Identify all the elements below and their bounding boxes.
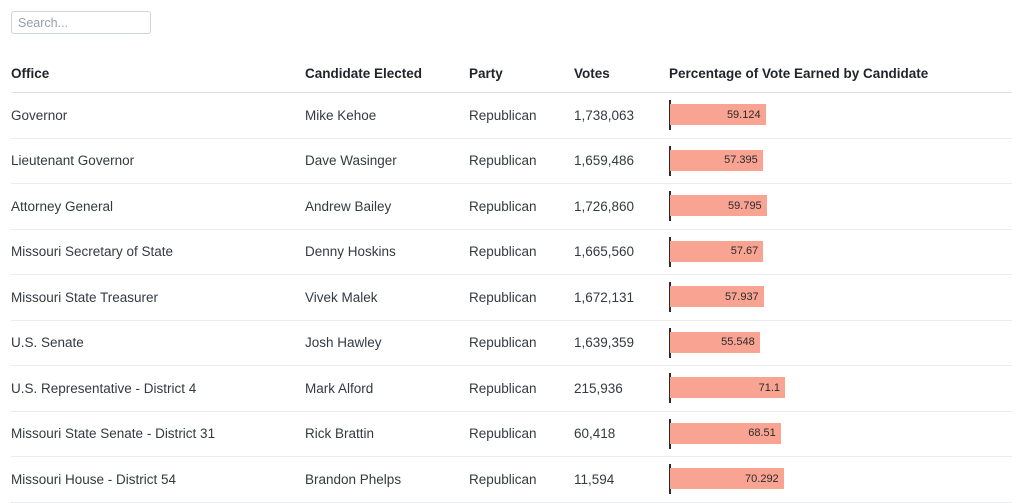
table-row[interactable]: Lieutenant Governor Dave Wasinger Republic… xyxy=(11,138,1012,184)
cell-party: Republican xyxy=(469,411,574,457)
election-results-table-container: Office Candidate Elected Party Votes Per… xyxy=(11,56,1012,503)
cell-party: Republican xyxy=(469,183,574,230)
cell-office: Missouri House - District 54 xyxy=(11,456,305,503)
cell-votes: 1,672,131 xyxy=(574,274,669,321)
column-header-percentage[interactable]: Percentage of Vote Earned by Candidate xyxy=(669,56,1012,93)
column-header-office[interactable]: Office xyxy=(11,56,305,93)
cell-votes: 11,594 xyxy=(574,456,669,503)
column-header-party[interactable]: Party xyxy=(469,56,574,93)
cell-candidate: Brandon Phelps xyxy=(305,456,469,503)
cell-candidate: Andrew Bailey xyxy=(305,183,469,230)
percentage-bar-fill: 59.124 xyxy=(670,104,766,125)
cell-candidate: Vivek Malek xyxy=(305,274,469,321)
percentage-bar-fill: 68.51 xyxy=(670,422,781,444)
cell-votes: 1,738,063 xyxy=(574,92,669,139)
cell-percentage: 57.395 xyxy=(669,138,1012,184)
cell-office: Missouri Secretary of State xyxy=(11,229,305,275)
cell-percentage: 68.51 xyxy=(669,411,1012,457)
table-row[interactable]: Missouri State Senate - District 31 Rick … xyxy=(11,411,1012,457)
cell-party: Republican xyxy=(469,274,574,321)
cell-party: Republican xyxy=(469,138,574,184)
table-body: Governor Mike Kehoe Republican 1,738,063 59.… xyxy=(11,92,1012,503)
cell-party: Republican xyxy=(469,365,574,412)
table-header-row: Office Candidate Elected Party Votes Per… xyxy=(11,56,1012,93)
cell-candidate: Josh Hawley xyxy=(305,320,469,366)
table-header: Office Candidate Elected Party Votes Per… xyxy=(11,56,1012,93)
table-row[interactable]: Missouri House - District 54 Brandon Phel… xyxy=(11,456,1012,503)
cell-percentage: 57.937 xyxy=(669,274,1012,321)
percentage-bar-value: 57.937 xyxy=(725,290,759,303)
percentage-bar-fill: 57.937 xyxy=(670,286,764,307)
table-row[interactable]: Missouri Secretary of State Denny Hoskins… xyxy=(11,229,1012,275)
cell-percentage: 55.548 xyxy=(669,320,1012,366)
percentage-bar-fill: 55.548 xyxy=(670,331,760,353)
percentage-bar-value: 70.292 xyxy=(745,472,779,485)
cell-office: Lieutenant Governor xyxy=(11,138,305,184)
percentage-bar-fill: 57.395 xyxy=(670,149,763,171)
table-row[interactable]: Missouri State Treasurer Vivek Malek Repub… xyxy=(11,274,1012,321)
cell-votes: 215,936 xyxy=(574,365,669,412)
cell-percentage: 59.124 xyxy=(669,92,1012,139)
results-table-page: Office Candidate Elected Party Votes Per… xyxy=(0,0,1020,503)
table-row[interactable]: U.S. Senate Josh Hawley Republican 1,639,35… xyxy=(11,320,1012,366)
percentage-bar-track: 70.292 xyxy=(669,457,1012,502)
cell-votes: 60,418 xyxy=(574,411,669,457)
cell-candidate: Rick Brattin xyxy=(305,411,469,457)
cell-candidate: Dave Wasinger xyxy=(305,138,469,184)
cell-votes: 1,639,359 xyxy=(574,320,669,366)
search-container xyxy=(11,11,151,34)
percentage-bar-track: 71.1 xyxy=(669,366,1012,411)
cell-candidate: Mike Kehoe xyxy=(305,92,469,139)
percentage-bar-track: 57.67 xyxy=(669,230,1012,275)
cell-percentage: 59.795 xyxy=(669,183,1012,230)
cell-votes: 1,726,860 xyxy=(574,183,669,230)
percentage-bar-track: 59.795 xyxy=(669,184,1012,229)
cell-office: Missouri State Treasurer xyxy=(11,274,305,321)
cell-party: Republican xyxy=(469,320,574,366)
percentage-bar-value: 57.395 xyxy=(724,154,758,166)
percentage-bar-track: 55.548 xyxy=(669,321,1012,366)
column-header-votes[interactable]: Votes xyxy=(574,56,669,93)
percentage-bar-fill: 57.67 xyxy=(670,240,764,262)
cell-percentage: 57.67 xyxy=(669,229,1012,275)
percentage-bar-track: 57.937 xyxy=(669,275,1012,320)
percentage-bar-value: 57.67 xyxy=(730,245,759,257)
cell-office: Attorney General xyxy=(11,183,305,230)
percentage-bar-fill: 70.292 xyxy=(670,468,784,489)
election-results-table: Office Candidate Elected Party Votes Per… xyxy=(11,56,1012,503)
percentage-bar-value: 59.795 xyxy=(728,199,762,212)
percentage-bar-fill: 71.1 xyxy=(670,377,785,398)
column-header-candidate[interactable]: Candidate Elected xyxy=(305,56,469,93)
cell-party: Republican xyxy=(469,456,574,503)
table-row[interactable]: Governor Mike Kehoe Republican 1,738,063 59.… xyxy=(11,92,1012,139)
cell-candidate: Denny Hoskins xyxy=(305,229,469,275)
cell-office: Missouri State Senate - District 31 xyxy=(11,411,305,457)
cell-votes: 1,665,560 xyxy=(574,229,669,275)
cell-office: U.S. Senate xyxy=(11,320,305,366)
cell-party: Republican xyxy=(469,92,574,139)
percentage-bar-value: 68.51 xyxy=(748,427,776,439)
cell-percentage: 71.1 xyxy=(669,365,1012,412)
cell-candidate: Mark Alford xyxy=(305,365,469,412)
search-input[interactable] xyxy=(11,11,151,34)
percentage-bar-value: 59.124 xyxy=(726,108,761,121)
cell-office: U.S. Representative - District 4 xyxy=(11,365,305,412)
cell-party: Republican xyxy=(469,229,574,275)
cell-votes: 1,659,486 xyxy=(574,138,669,184)
percentage-bar-track: 59.124 xyxy=(669,93,1012,138)
cell-office: Governor xyxy=(11,92,305,139)
percentage-bar-value: 55.548 xyxy=(721,336,755,348)
table-row[interactable]: Attorney General Andrew Bailey Republican 1… xyxy=(11,183,1012,230)
percentage-bar-fill: 59.795 xyxy=(670,195,767,216)
percentage-bar-track: 68.51 xyxy=(669,412,1012,457)
percentage-bar-track: 57.395 xyxy=(669,139,1012,184)
cell-percentage: 70.292 xyxy=(669,456,1012,503)
percentage-bar-value: 71.1 xyxy=(758,381,780,394)
table-row[interactable]: U.S. Representative - District 4 Mark Alf… xyxy=(11,365,1012,412)
